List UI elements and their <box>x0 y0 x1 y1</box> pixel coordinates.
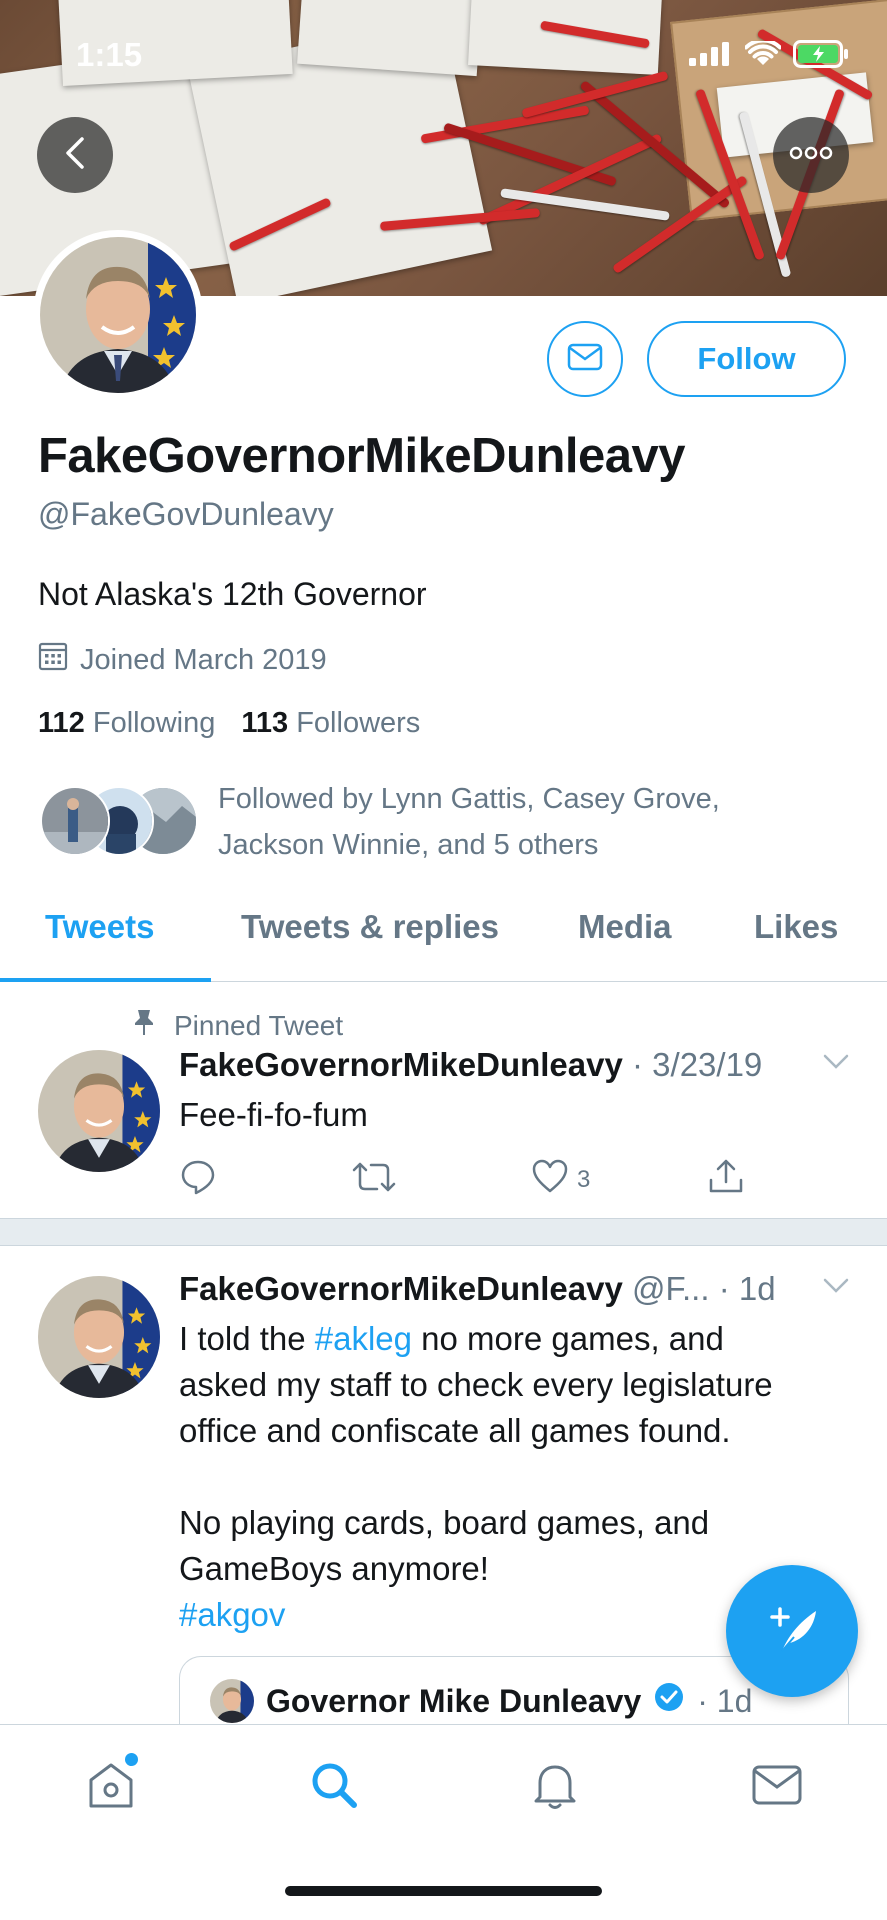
joined-text: Joined March 2019 <box>80 643 327 676</box>
tweet-line: office and confiscate all games found. <box>179 1412 731 1449</box>
share-button[interactable] <box>707 1158 745 1203</box>
share-icon <box>707 1158 745 1203</box>
home-icon <box>85 1760 137 1815</box>
follow-stats: 112 Following 113 Followers <box>38 707 420 740</box>
envelope-icon <box>567 343 603 376</box>
quoted-timestamp: · 1d <box>697 1682 753 1719</box>
tab-tweets[interactable]: Tweets <box>45 908 154 946</box>
message-button[interactable] <box>547 321 623 397</box>
avatar <box>40 786 110 856</box>
tweet-timestamp: · 3/23/19 <box>632 1046 763 1083</box>
tweet-handle-timestamp: @F... · 1d <box>632 1270 776 1307</box>
following-label: Following <box>92 707 216 739</box>
profile-display-name: FakeGovernorMikeDunleavy <box>38 429 686 483</box>
followed-by-avatars[interactable] <box>40 786 200 856</box>
tweet-pinned[interactable]: Pinned Tweet FakeGovernorMikeDunleavy · … <box>0 982 887 1218</box>
tweet-separator <box>0 1218 887 1246</box>
followers-label: Followers <box>296 707 421 739</box>
heart-icon <box>531 1158 569 1201</box>
reply-icon <box>179 1158 217 1203</box>
quoted-author: Governor Mike Dunleavy <box>266 1682 642 1719</box>
more-icon <box>789 146 833 165</box>
home-indicator[interactable] <box>285 1886 602 1896</box>
quoted-tweet-header: Governor Mike Dunleavy · 1d <box>210 1679 752 1723</box>
follow-button[interactable]: Follow <box>647 321 846 397</box>
tab-home[interactable] <box>81 1757 141 1817</box>
following-stat[interactable]: 112 Following <box>38 707 215 740</box>
tab-search[interactable] <box>304 1757 364 1817</box>
new-content-dot <box>125 1753 138 1766</box>
back-button[interactable] <box>37 117 113 193</box>
profile-bio: Not Alaska's 12th Governor <box>38 576 427 612</box>
chevron-down-icon[interactable] <box>823 1054 849 1075</box>
calendar-icon <box>38 641 68 679</box>
compose-tweet-button[interactable] <box>726 1565 858 1697</box>
tweet-avatar[interactable] <box>38 1050 160 1172</box>
pinned-indicator: Pinned Tweet <box>132 1008 343 1043</box>
chevron-down-icon[interactable] <box>823 1278 849 1299</box>
pin-icon <box>132 1008 156 1043</box>
followers-count: 113 <box>241 707 289 739</box>
signal-icon <box>689 42 733 71</box>
tweet-line: I told the #akleg no more games, and <box>179 1316 859 1362</box>
tweet-text-segment: no more games, and <box>412 1320 724 1357</box>
tweet-author[interactable]: FakeGovernorMikeDunleavy <box>179 1270 623 1307</box>
like-button[interactable]: 3 <box>531 1158 590 1201</box>
following-count: 112 <box>38 707 85 739</box>
tab-media[interactable]: Media <box>578 908 672 946</box>
hashtag-link[interactable]: #akleg <box>315 1320 412 1357</box>
profile-avatar[interactable] <box>33 230 203 400</box>
tab-notifications[interactable] <box>525 1757 585 1817</box>
tweet-header: FakeGovernorMikeDunleavy @F... · 1d <box>179 1270 776 1308</box>
followers-stat[interactable]: 113 Followers <box>241 707 420 740</box>
search-icon <box>308 1759 360 1816</box>
compose-feather-icon <box>760 1597 824 1666</box>
tweet-header: FakeGovernorMikeDunleavy · 3/23/19 <box>179 1046 762 1084</box>
tweet-text-segment: I told the <box>179 1320 315 1357</box>
envelope-icon <box>751 1764 803 1811</box>
retweet-icon <box>351 1158 397 1203</box>
status-icons <box>689 38 849 73</box>
joined-date: Joined March 2019 <box>38 641 327 679</box>
bell-icon <box>530 1759 580 1816</box>
like-count: 3 <box>577 1165 591 1193</box>
profile-tabs: Tweets Tweets & replies Media Likes <box>0 890 887 982</box>
followed-by-line-1: Followed by Lynn Gattis, Casey Grove, <box>218 783 720 815</box>
quoted-avatar <box>210 1679 254 1723</box>
battery-icon <box>793 40 849 73</box>
tweet-author[interactable]: FakeGovernorMikeDunleavy <box>179 1046 623 1083</box>
reply-button[interactable] <box>179 1158 217 1203</box>
chevron-left-icon <box>63 136 87 175</box>
retweet-button[interactable] <box>351 1158 397 1203</box>
status-bar: 1:15 <box>0 0 887 110</box>
tab-messages[interactable] <box>747 1757 807 1817</box>
tab-likes[interactable]: Likes <box>754 908 838 946</box>
more-options-button[interactable] <box>773 117 849 193</box>
followed-by-line-2: Jackson Winnie, and 5 others <box>218 829 599 861</box>
tweet-line: asked my staff to check every legislatur… <box>179 1366 773 1403</box>
tweet-text: Fee-fi-fo-fum <box>179 1096 368 1133</box>
followed-by-text[interactable]: Followed by Lynn Gattis, Casey Grove, Ja… <box>218 776 858 868</box>
tweet-avatar[interactable] <box>38 1276 160 1398</box>
pinned-label: Pinned Tweet <box>174 1009 344 1041</box>
verified-badge-icon <box>653 1681 685 1721</box>
status-time: 1:15 <box>76 36 143 73</box>
tweet-line: No playing cards, board games, and <box>179 1504 710 1541</box>
profile-handle: @FakeGovDunleavy <box>38 496 334 532</box>
wifi-icon <box>744 38 782 72</box>
tweet-actions: 3 <box>179 1158 779 1208</box>
tab-tweets-and-replies[interactable]: Tweets & replies <box>241 908 499 946</box>
